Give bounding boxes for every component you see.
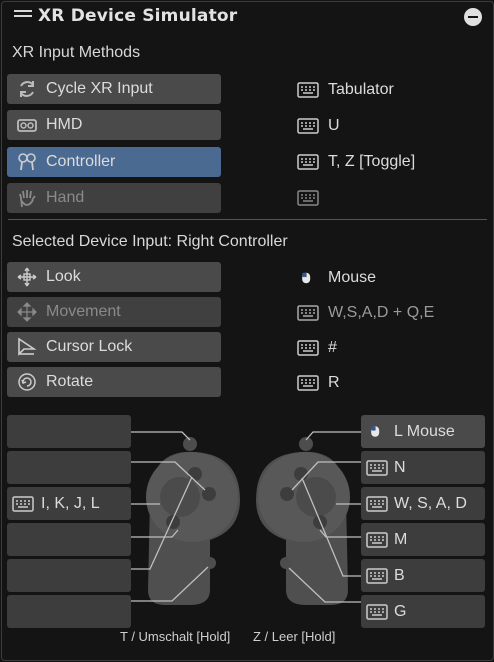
- input-methods-heading: XR Input Methods: [12, 44, 141, 61]
- button-label: Hand: [46, 189, 85, 206]
- rotate-icon: [18, 373, 36, 391]
- drag-handle-icon[interactable]: [14, 10, 32, 22]
- look-icon: [17, 267, 37, 287]
- hmd-icon: [17, 119, 37, 132]
- cycle-key-hint: Tabulator: [297, 80, 394, 100]
- slot-label: I, K, J, L: [41, 495, 100, 512]
- divider: [8, 219, 487, 220]
- left-slot-4: [7, 523, 131, 556]
- button-label: Cursor Lock: [46, 338, 133, 355]
- hand-button[interactable]: Hand: [7, 183, 221, 213]
- cursor-lock-key-hint: #: [297, 338, 337, 358]
- right-slot-3: W, S, A, D: [361, 487, 485, 520]
- hand-key-hint: [297, 188, 328, 208]
- panel-title: XR Device Simulator: [38, 6, 238, 26]
- keyboard-icon: [12, 496, 34, 512]
- rotate-button[interactable]: Rotate: [7, 367, 221, 397]
- movement-button[interactable]: Movement: [7, 297, 221, 327]
- key-label: R: [328, 374, 340, 391]
- right-slot-2: N: [361, 451, 485, 484]
- mouse-icon: [302, 272, 311, 284]
- button-label: HMD: [46, 116, 83, 133]
- keyboard-icon: [297, 82, 319, 98]
- slot-label: L Mouse: [394, 423, 455, 440]
- key-label: Tabulator: [328, 81, 394, 98]
- controller-key-hint: T, Z [Toggle]: [297, 152, 415, 172]
- key-label: U: [328, 117, 340, 134]
- left-slot-3: I, K, J, L: [7, 487, 131, 520]
- right-slot-5: B: [361, 559, 485, 592]
- right-slot-trigger: L Mouse: [361, 415, 485, 448]
- right-grip-hint: Z / Leer [Hold]: [253, 629, 336, 644]
- hmd-key-hint: U: [297, 116, 340, 136]
- device-input-heading: Selected Device Input: Right Controller: [12, 233, 288, 250]
- keyboard-icon: [297, 340, 319, 356]
- keyboard-icon: [366, 532, 388, 548]
- keyboard-icon: [297, 190, 319, 206]
- controller-button[interactable]: Controller: [7, 147, 221, 177]
- key-label: T, Z [Toggle]: [328, 153, 416, 170]
- controller-icon: [18, 153, 36, 171]
- cycle-icon: [20, 81, 34, 97]
- collapse-icon[interactable]: [464, 8, 482, 26]
- right-slot-4: M: [361, 523, 485, 556]
- cursor-icon: [18, 337, 37, 356]
- movement-key-hint: W,S,A,D + Q,E: [297, 303, 434, 323]
- key-label: #: [328, 339, 337, 356]
- keyboard-icon: [297, 305, 319, 321]
- keyboard-icon: [366, 496, 388, 512]
- hand-icon: [19, 190, 36, 208]
- slot-label: M: [394, 531, 408, 548]
- right-slot-6: G: [361, 595, 485, 628]
- keyboard-icon: [366, 460, 388, 476]
- look-key-hint: Mouse: [297, 268, 376, 288]
- slot-label: N: [394, 459, 406, 476]
- hmd-button[interactable]: HMD: [7, 110, 221, 140]
- cycle-xr-input-button[interactable]: Cycle XR Input: [7, 74, 221, 104]
- keyboard-icon: [297, 154, 319, 170]
- keyboard-icon: [366, 604, 388, 620]
- left-slot-2: [7, 451, 131, 484]
- left-slot-5: [7, 559, 131, 592]
- cursor-lock-button[interactable]: Cursor Lock: [7, 332, 221, 362]
- left-slot-1: [7, 415, 131, 448]
- left-slot-6: [7, 595, 131, 628]
- key-label: W,S,A,D + Q,E: [328, 304, 435, 321]
- button-label: Rotate: [46, 373, 94, 390]
- rotate-key-hint: R: [297, 373, 340, 393]
- button-label: Look: [46, 268, 81, 285]
- left-grip-hint: T / Umschalt [Hold]: [120, 629, 231, 644]
- slot-label: B: [394, 567, 405, 584]
- keyboard-icon: [366, 568, 388, 584]
- look-button[interactable]: Look: [7, 262, 221, 292]
- mouse-icon: [371, 426, 380, 437]
- keyboard-icon: [297, 375, 319, 391]
- slot-label: G: [394, 603, 407, 620]
- key-label: Mouse: [328, 269, 377, 286]
- button-label: Movement: [46, 303, 121, 320]
- button-label: Controller: [46, 153, 116, 170]
- movement-icon: [17, 302, 37, 322]
- slot-label: W, S, A, D: [394, 495, 467, 512]
- button-label: Cycle XR Input: [46, 80, 153, 97]
- keyboard-icon: [297, 118, 319, 134]
